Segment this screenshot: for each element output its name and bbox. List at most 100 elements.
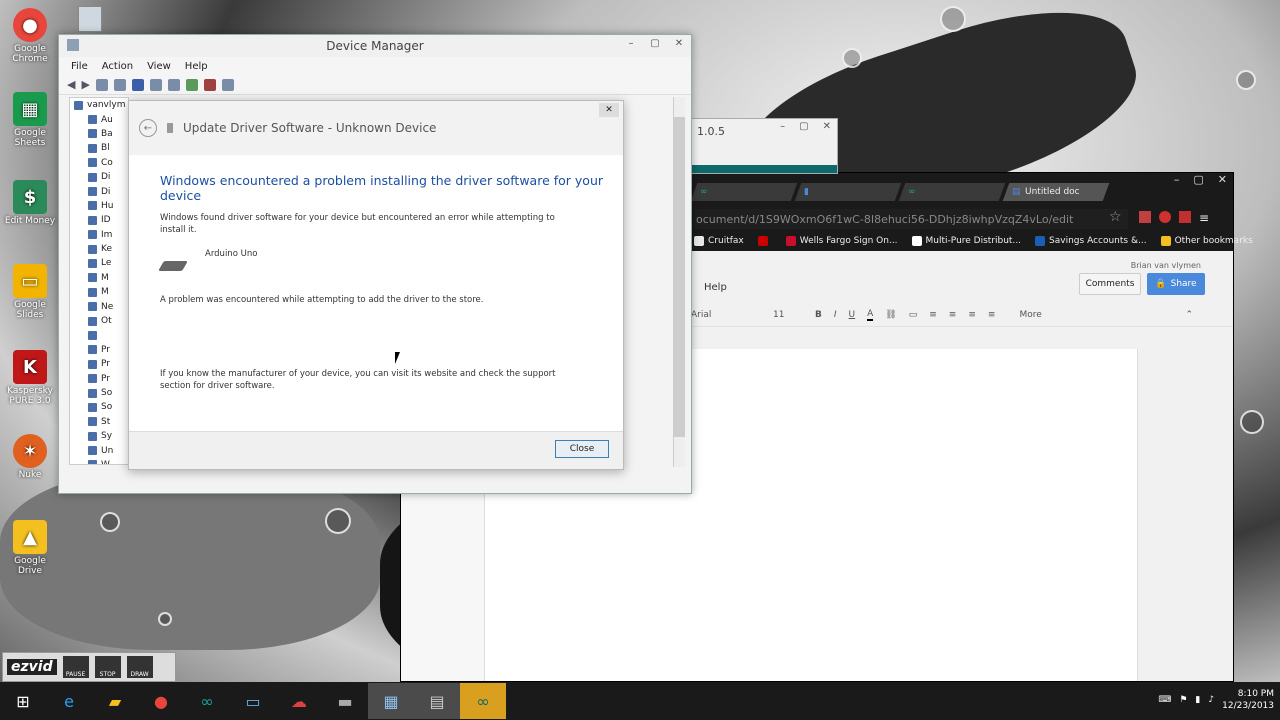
tree-item[interactable]: Ot — [70, 314, 128, 328]
tree-item[interactable]: Im — [70, 228, 128, 242]
show-hide-icon[interactable] — [113, 78, 126, 91]
tree-item[interactable]: Pr — [70, 343, 128, 357]
browser-tab[interactable]: ▮ — [794, 183, 902, 201]
minimize-icon[interactable]: – — [1174, 173, 1180, 186]
desktop-icon-nuke[interactable]: ✶ Nuke — [4, 434, 56, 480]
scrollbar[interactable] — [673, 97, 685, 467]
align-left-icon[interactable]: ≡ — [929, 310, 937, 320]
tree-item[interactable]: St — [70, 415, 128, 429]
list-icon[interactable] — [149, 78, 162, 91]
desktop-icon-money[interactable]: $ Edit Money — [4, 180, 56, 226]
tree-item[interactable]: Sy — [70, 429, 128, 443]
cloud-icon[interactable]: ☁ — [276, 683, 322, 719]
arduino-ide-icon[interactable]: ∞ — [460, 683, 506, 719]
pause-button[interactable]: PAUSE — [62, 656, 89, 678]
font-select[interactable]: Arial — [691, 310, 761, 320]
text-color-icon[interactable]: A — [867, 309, 874, 321]
tree-item[interactable]: Bl — [70, 141, 128, 155]
volume-icon[interactable]: ♪ — [1208, 695, 1214, 705]
update-driver-icon[interactable] — [185, 78, 198, 91]
explorer-icon[interactable]: ▰ — [92, 683, 138, 719]
scan-icon[interactable] — [167, 78, 180, 91]
device-manager-icon[interactable]: ▦ — [368, 683, 414, 719]
desktop-icon-drive[interactable]: ▲ Google Drive — [4, 520, 56, 576]
tree-item[interactable]: Di — [70, 184, 128, 198]
help-icon[interactable] — [131, 78, 144, 91]
tree-item[interactable]: Pr — [70, 357, 128, 371]
other-bookmarks[interactable]: Other bookmarks — [1160, 236, 1253, 246]
italic-icon[interactable]: I — [834, 310, 837, 320]
tree-item[interactable]: Co — [70, 156, 128, 170]
chrome-menu-icon[interactable]: ≡ — [1199, 211, 1209, 225]
arduino-icon[interactable]: ∞ — [184, 683, 230, 719]
drive-tool-icon[interactable]: ▤ — [414, 683, 460, 719]
tree-item[interactable]: W — [70, 458, 128, 464]
desktop-icon-chrome[interactable]: ● Google Chrome — [4, 8, 56, 64]
maximize-icon[interactable]: ▢ — [1193, 173, 1203, 186]
more-button[interactable]: More — [1019, 310, 1041, 320]
close-icon[interactable]: ✕ — [599, 103, 619, 117]
bookmark-item[interactable]: Savings Accounts &... — [1035, 236, 1147, 246]
extension-icon[interactable] — [1159, 211, 1171, 223]
maximize-icon[interactable]: ▢ — [799, 121, 808, 132]
tree-item[interactable]: So — [70, 400, 128, 414]
network-icon[interactable]: ▮ — [1195, 695, 1200, 705]
docs-menu-help[interactable]: Help — [704, 282, 727, 293]
minimize-icon[interactable]: – — [780, 121, 785, 132]
comments-button[interactable]: Comments — [1079, 273, 1141, 295]
menu-file[interactable]: File — [71, 61, 88, 72]
bookmark-item[interactable] — [757, 236, 772, 246]
close-icon[interactable]: ✕ — [1218, 173, 1227, 186]
desktop-icon-kaspersky[interactable]: K Kaspersky PURE 3.0 — [4, 350, 56, 406]
extension-icon[interactable] — [1139, 211, 1151, 223]
clock[interactable]: 8:10 PM 12/23/2013 — [1222, 688, 1274, 712]
close-button[interactable]: Close — [555, 440, 609, 458]
link-icon[interactable]: ⛓ — [885, 310, 896, 320]
comment-icon[interactable]: ▭ — [909, 310, 918, 320]
draw-button[interactable]: DRAW — [126, 656, 153, 678]
desktop-icon-slides[interactable]: ▭ Google Slides — [4, 264, 56, 320]
browser-tab-active[interactable]: ▤ Untitled doc — [1002, 183, 1110, 201]
terminal-icon[interactable]: ▬ — [322, 683, 368, 719]
menu-view[interactable]: View — [147, 61, 171, 72]
tree-item[interactable]: Pr — [70, 371, 128, 385]
tree-item[interactable]: ID — [70, 213, 128, 227]
docs-user-name[interactable]: Brian van vlymen — [1131, 261, 1201, 270]
uninstall-icon[interactable] — [221, 78, 234, 91]
align-justify-icon[interactable]: ≡ — [988, 310, 996, 320]
align-center-icon[interactable]: ≡ — [949, 310, 957, 320]
close-icon[interactable]: ✕ — [667, 35, 691, 51]
bookmark-item[interactable]: Multi-Pure Distribut... — [911, 236, 1021, 246]
flag-icon[interactable]: ⚑ — [1179, 695, 1187, 705]
properties-icon[interactable] — [95, 78, 108, 91]
tree-item[interactable] — [70, 328, 128, 342]
font-size-select[interactable]: 11 — [773, 310, 803, 320]
align-right-icon[interactable]: ≡ — [968, 310, 976, 320]
minimize-icon[interactable]: – — [619, 35, 643, 51]
ie-icon[interactable]: e — [46, 683, 92, 719]
address-bar[interactable]: ocument/d/1S9WOxmO6f1wC-8I8ehuci56-DDhjz… — [694, 209, 1128, 229]
keyboard-icon[interactable]: ⌨ — [1158, 695, 1171, 705]
bookmark-star-icon[interactable]: ☆ — [1109, 209, 1122, 225]
tree-item[interactable]: Le — [70, 256, 128, 270]
bookmark-item[interactable]: Wells Fargo Sign On... — [785, 236, 898, 246]
disable-icon[interactable] — [203, 78, 216, 91]
browser-tab[interactable]: ∞ — [690, 183, 798, 201]
maximize-icon[interactable]: ▢ — [643, 35, 667, 51]
tree-item[interactable]: Hu — [70, 199, 128, 213]
extension-icon[interactable] — [1179, 211, 1191, 223]
underline-icon[interactable]: U — [849, 310, 856, 320]
tree-item[interactable]: Di — [70, 170, 128, 184]
back-arrow-icon[interactable]: ◀ — [67, 78, 75, 91]
tree-item[interactable]: So — [70, 386, 128, 400]
bookmark-item[interactable]: Cruitfax — [694, 236, 744, 246]
close-icon[interactable]: ✕ — [823, 121, 831, 132]
tree-item[interactable]: Ba — [70, 127, 128, 141]
browser-tab[interactable]: ∞ — [898, 183, 1006, 201]
tree-item[interactable]: Ne — [70, 299, 128, 313]
tree-root[interactable]: vanvlym — [70, 98, 128, 112]
tree-item[interactable]: M — [70, 271, 128, 285]
share-button[interactable]: 🔒 Share — [1147, 273, 1205, 295]
start-icon[interactable]: ⊞ — [0, 683, 46, 719]
tree-item[interactable]: Au — [70, 112, 128, 126]
